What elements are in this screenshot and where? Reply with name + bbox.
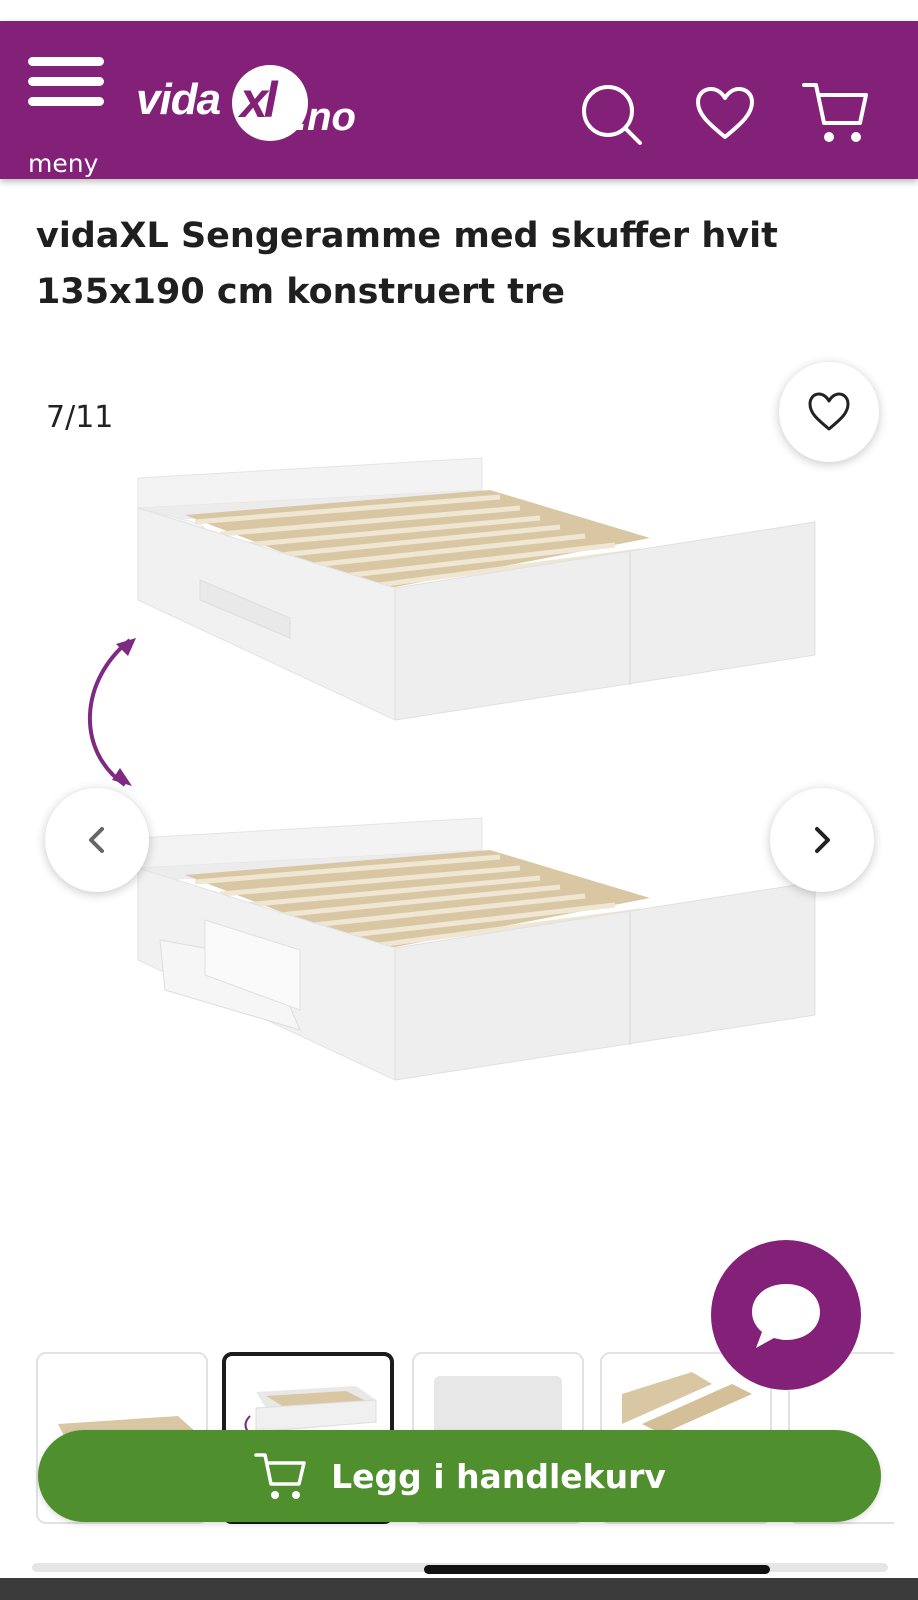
product-title: vidaXL Sengeramme med skuffer hvit 135x1…	[36, 216, 778, 312]
previous-image-button[interactable]	[45, 788, 149, 892]
logo-xl: xl	[240, 72, 278, 128]
cart-icon[interactable]	[800, 77, 872, 149]
product-image[interactable]	[70, 450, 860, 1150]
menu-button[interactable]: meny	[28, 57, 110, 178]
status-strip	[0, 0, 918, 21]
logo-text: vida	[136, 75, 221, 124]
chevron-left-icon	[89, 827, 104, 853]
thumbnail-scrollbar-thumb[interactable]	[424, 1565, 770, 1574]
add-to-cart-button[interactable]: Legg i handlekurv	[38, 1430, 881, 1522]
chevron-right-icon	[815, 827, 830, 853]
logo-tld: .no	[296, 95, 356, 139]
site-header: meny vida xl .no	[0, 21, 918, 179]
search-icon[interactable]	[578, 81, 650, 153]
cart-icon	[254, 1453, 306, 1499]
add-to-cart-label: Legg i handlekurv	[331, 1456, 666, 1496]
heart-icon	[808, 392, 850, 431]
heart-icon[interactable]	[694, 85, 766, 157]
next-image-button[interactable]	[770, 788, 874, 892]
bed-open-illustration	[137, 817, 816, 1081]
bed-closed-illustration	[137, 457, 816, 721]
menu-label: meny	[28, 149, 99, 178]
favorite-button[interactable]	[779, 362, 879, 462]
chat-bubble-icon	[752, 1284, 820, 1348]
image-counter: 7/11	[46, 400, 114, 435]
hamburger-icon	[28, 57, 110, 106]
chat-button[interactable]	[711, 1240, 861, 1390]
vidaxl-logo[interactable]: vida xl .no	[136, 65, 376, 155]
browser-bottom-bar	[0, 1578, 918, 1600]
